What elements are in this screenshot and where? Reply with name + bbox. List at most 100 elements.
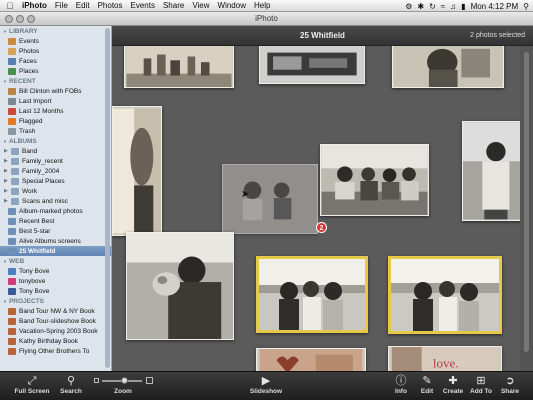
photo-grid: 2 ➤ love.	[112, 46, 520, 371]
photo-thumbnail[interactable]	[462, 121, 520, 221]
volume-icon[interactable]: ♫	[450, 2, 456, 11]
sidebar-item-albums[interactable]: 25 Whitfield	[0, 246, 111, 256]
zoom-knob[interactable]	[120, 377, 128, 384]
disclosure-triangle-icon[interactable]: ▼	[3, 139, 7, 144]
sidebar-item-albums[interactable]: ▶ Work	[0, 186, 111, 196]
apple-menu-icon[interactable]: 	[5, 1, 15, 11]
full-screen-button[interactable]: ⤢ Full Screen	[14, 374, 50, 395]
sidebar-scrollbar[interactable]	[105, 28, 110, 368]
photo-thumbnail[interactable]	[320, 144, 429, 216]
disclosure-triangle-icon[interactable]: ▼	[3, 79, 7, 84]
sidebar-item-library[interactable]: Events	[0, 36, 111, 46]
sidebar-item-web[interactable]: tonybove	[0, 276, 111, 286]
sidebar-item-library[interactable]: Faces	[0, 56, 111, 66]
menu-clock[interactable]: Mon 4:12 PM	[471, 2, 519, 11]
share-button[interactable]: ➲ Share	[497, 374, 523, 395]
sidebar-item-albums[interactable]: ▶ Band	[0, 146, 111, 156]
sidebar-item-library[interactable]: Places	[0, 66, 111, 76]
svg-text:love.: love.	[433, 356, 459, 371]
menu-help[interactable]: Help	[254, 1, 270, 10]
sidebar-item-albums[interactable]: ▶ Special Places	[0, 176, 111, 186]
create-icon: ✚	[448, 375, 458, 387]
sidebar-scroll-thumb[interactable]	[105, 28, 110, 368]
grid-scroll-thumb[interactable]	[524, 52, 529, 352]
sidebar-item-library[interactable]: Photos	[0, 46, 111, 56]
sidebar-section-projects[interactable]: ▼ PROJECTS	[0, 296, 111, 306]
edit-button[interactable]: ✎ Edit	[416, 374, 438, 395]
battery-icon[interactable]: ▮	[461, 2, 465, 11]
photo-thumbnail[interactable]	[112, 106, 162, 236]
sidebar-section-albums[interactable]: ▼ ALBUMS	[0, 136, 111, 146]
sidebar-item-label: Tony Bove	[19, 287, 50, 295]
expand-triangle-icon[interactable]: ▶	[4, 148, 10, 154]
sidebar-item-recent[interactable]: Flagged	[0, 116, 111, 126]
sidebar-item-recent[interactable]: Last Import	[0, 96, 111, 106]
sidebar-item-albums[interactable]: Recent Best	[0, 216, 111, 226]
sidebar-item-projects[interactable]: Band Tour-slideshow Book	[0, 316, 111, 326]
grid-scrollbar[interactable]	[520, 46, 533, 371]
slideshow-label: Slideshow	[249, 388, 283, 395]
photo-thumbnail[interactable]	[126, 232, 234, 340]
timemachine-icon[interactable]: ↻	[429, 2, 436, 11]
sidebar-item-albums[interactable]: Best 5-star	[0, 226, 111, 236]
info-label: Info	[395, 388, 407, 395]
search-button[interactable]: ⚲ Search	[56, 374, 86, 395]
expand-triangle-icon[interactable]: ▶	[4, 198, 10, 204]
sidebar-item-projects[interactable]: Vacation-Spring 2003 Book	[0, 326, 111, 336]
wifi-icon[interactable]: ≈	[441, 2, 445, 11]
disclosure-triangle-icon[interactable]: ▼	[3, 299, 7, 304]
sidebar-section-web[interactable]: ▼ WEB	[0, 256, 111, 266]
slideshow-button[interactable]: ▶ Slideshow	[246, 374, 286, 395]
sidebar-section-library[interactable]: ▼ LIBRARY	[0, 26, 111, 36]
disclosure-triangle-icon[interactable]: ▼	[3, 259, 7, 264]
sidebar-item-projects[interactable]: Kathy Birthday Book	[0, 336, 111, 346]
photo-thumbnail-selected[interactable]	[388, 256, 502, 334]
event-icon	[8, 87, 16, 95]
search-icon: ⚲	[66, 375, 76, 387]
sidebar-item-projects[interactable]: Flying Other Brothers To	[0, 346, 111, 356]
trash-icon	[8, 127, 16, 135]
menu-share[interactable]: Share	[163, 1, 184, 10]
sidebar-item-web[interactable]: Tony Bove	[0, 266, 111, 276]
menu-photos[interactable]: Photos	[98, 1, 123, 10]
menu-edit[interactable]: Edit	[76, 1, 90, 10]
menu-file[interactable]: File	[55, 1, 68, 10]
zoom-slider[interactable]	[94, 376, 154, 385]
expand-triangle-icon[interactable]: ▶	[4, 158, 10, 164]
add-to-button[interactable]: ⊞ Add To	[468, 374, 494, 395]
sidebar-item-albums[interactable]: Album-marked photos	[0, 206, 111, 216]
sidebar-item-albums[interactable]: Alive Albums screens	[0, 236, 111, 246]
expand-triangle-icon[interactable]: ▶	[4, 178, 10, 184]
folder-icon	[11, 157, 19, 165]
create-button[interactable]: ✚ Create	[441, 374, 465, 395]
sidebar-item-recent[interactable]: Trash	[0, 126, 111, 136]
photo-thumbnail[interactable]	[256, 348, 366, 371]
sidebar-item-albums[interactable]: ▶ Family_2004	[0, 166, 111, 176]
expand-triangle-icon[interactable]: ▶	[4, 188, 10, 194]
menu-events[interactable]: Events	[130, 1, 154, 10]
sidebar-item-recent[interactable]: Last 12 Months	[0, 106, 111, 116]
photo-thumbnail[interactable]: love.	[388, 346, 502, 371]
sidebar-item-albums[interactable]: ▶ Family_recent	[0, 156, 111, 166]
spotlight-icon[interactable]: ⚲	[523, 2, 529, 11]
menu-app[interactable]: iPhoto	[22, 1, 47, 10]
sidebar-item-projects[interactable]: Band Tour NW & NY Book	[0, 306, 111, 316]
disclosure-triangle-icon[interactable]: ▼	[3, 29, 7, 34]
sidebar-item-web[interactable]: Tony Bove	[0, 286, 111, 296]
photo-man-standing	[463, 122, 520, 220]
create-label: Create	[442, 388, 464, 395]
photo-thumbnail[interactable]	[259, 46, 365, 84]
info-button[interactable]: ⓘ Info	[390, 374, 412, 395]
photo-thumbnail[interactable]	[392, 46, 504, 88]
sidebar-item-recent[interactable]: Bill Clinton with FOBs	[0, 86, 111, 96]
menu-view[interactable]: View	[192, 1, 209, 10]
expand-triangle-icon[interactable]: ▶	[4, 168, 10, 174]
menu-window[interactable]: Window	[218, 1, 246, 10]
photo-thumbnail-selected[interactable]	[256, 256, 368, 333]
sidebar-item-label: Tony Bove	[19, 267, 50, 275]
status-extra-icon[interactable]: ⚙	[405, 2, 412, 11]
bluetooth-icon[interactable]: ✱	[417, 2, 424, 11]
photo-thumbnail[interactable]	[124, 46, 234, 88]
sidebar-item-albums[interactable]: ▶ Scans and misc	[0, 196, 111, 206]
sidebar-section-recent[interactable]: ▼ RECENT	[0, 76, 111, 86]
